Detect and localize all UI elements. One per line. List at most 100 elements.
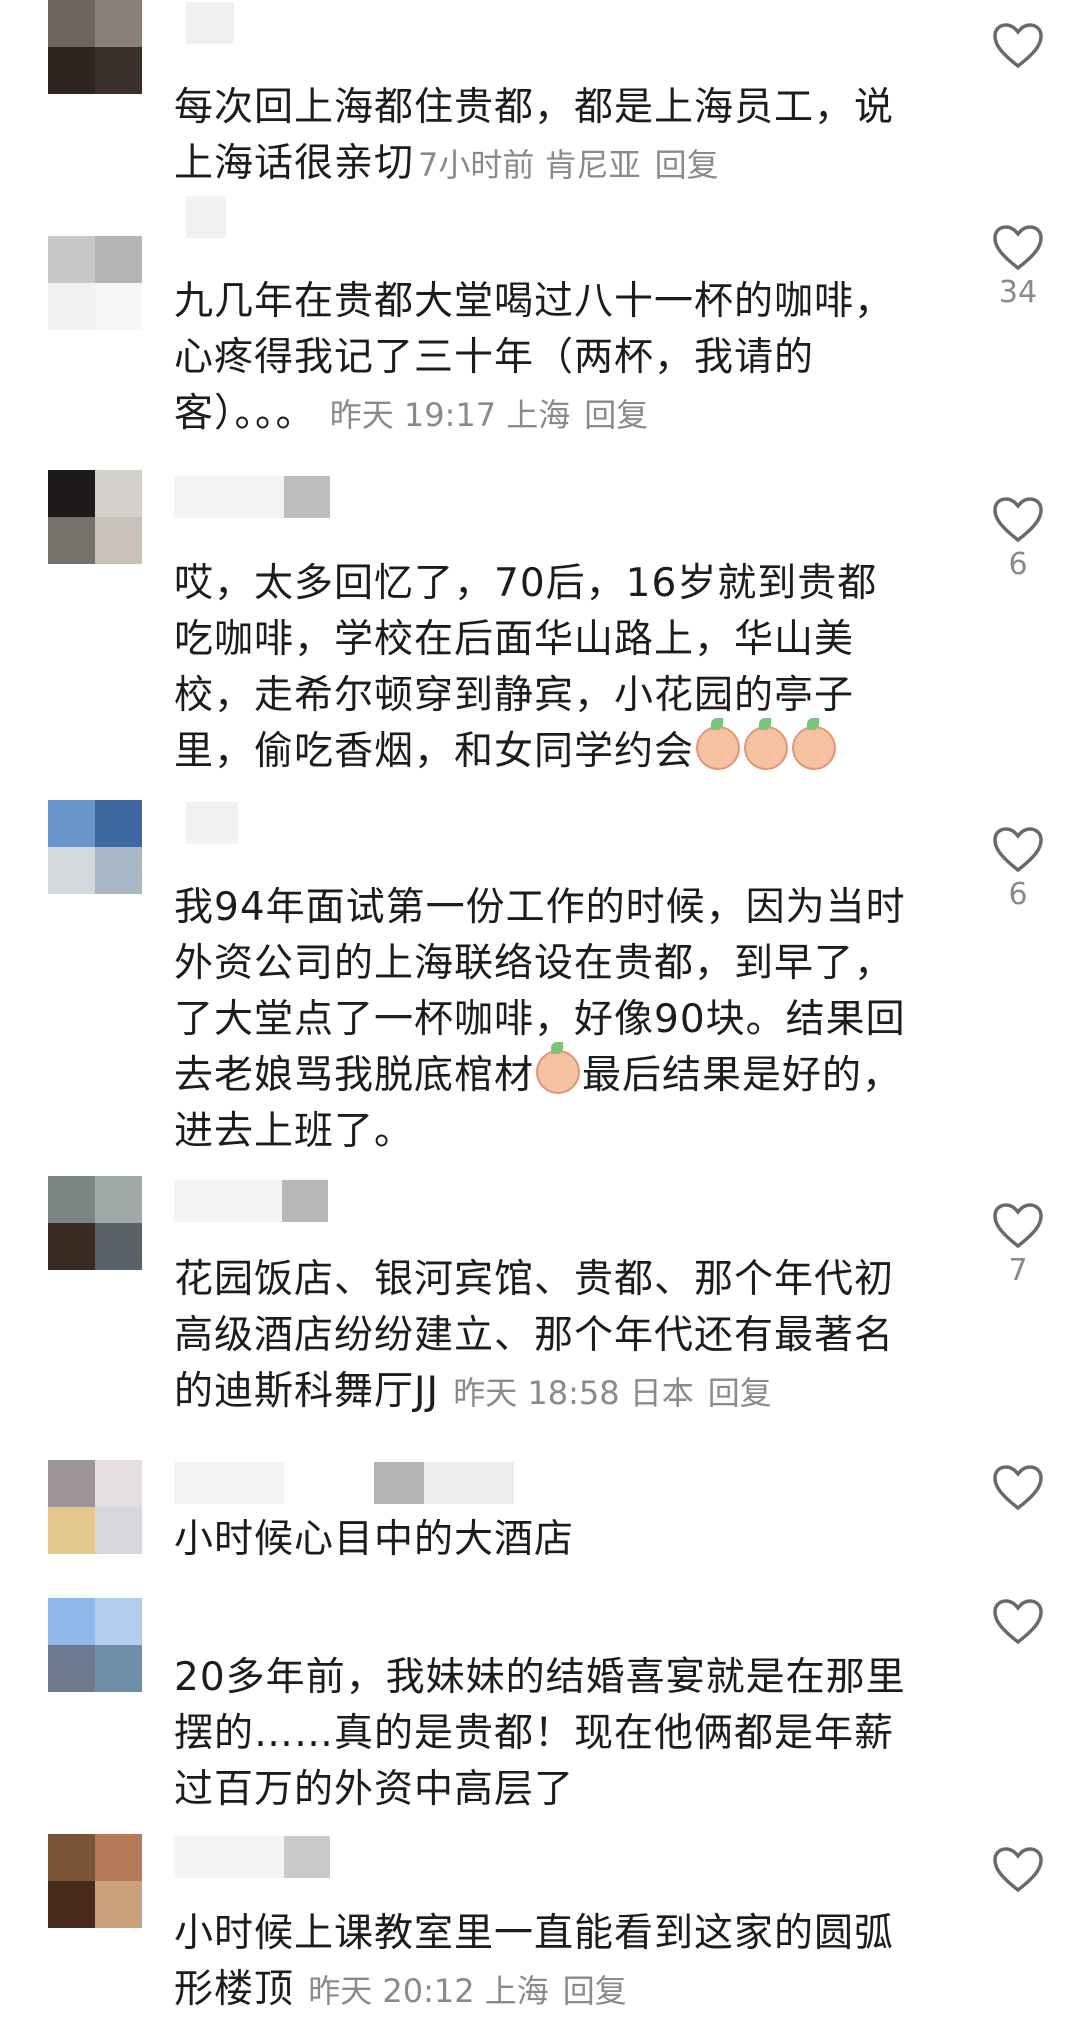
comment-body: 小时候心目中的大酒店 xyxy=(174,1517,575,1562)
avatar-pixel xyxy=(95,1598,142,1645)
avatar-pixel xyxy=(48,47,95,94)
avatar-pixel xyxy=(48,470,95,517)
comment-location: 日本 xyxy=(629,1374,694,1412)
username-blur-block xyxy=(186,2,234,44)
username-blur-block xyxy=(424,1462,514,1504)
avatar[interactable] xyxy=(48,1176,142,1270)
avatar-pixel xyxy=(48,1645,95,1692)
comment-meta: 7小时前 肯尼亚 回复 xyxy=(418,146,719,184)
heart-outline-icon xyxy=(993,1847,1043,1893)
avatar-pixel xyxy=(95,0,142,47)
comment-text: 每次回上海都住贵都，都是上海员工，说上海话很亲切 7小时前 肯尼亚 回复 xyxy=(174,80,914,193)
comment-body: 20多年前，我妹妹的结婚喜宴就是在那里摆的……真的是贵都！现在他俩都是年薪过百万… xyxy=(174,1655,906,1812)
avatar-pixel xyxy=(95,236,142,283)
crying-peach-emoji xyxy=(792,718,837,770)
comment-meta: 昨天 18:58 日本 回复 xyxy=(443,1374,772,1412)
avatar-pixel xyxy=(48,847,95,894)
avatar-pixel xyxy=(95,800,142,847)
like-count: 7 xyxy=(1008,1253,1028,1288)
avatar-pixel xyxy=(48,1223,95,1270)
avatar[interactable] xyxy=(48,1834,142,1928)
avatar-pixel xyxy=(48,517,95,564)
avatar-pixel xyxy=(48,1460,95,1507)
comment-text: 小时候心目中的大酒店 xyxy=(174,1512,914,1568)
reply-button[interactable]: 回复 xyxy=(708,1374,772,1412)
avatar-pixel xyxy=(95,1176,142,1223)
avatar-pixel xyxy=(95,283,142,330)
comment-location: 上海 xyxy=(506,396,571,434)
username-blur-block xyxy=(186,196,226,238)
avatar-pixel xyxy=(95,470,142,517)
username-blur-block xyxy=(186,802,238,844)
username-blur-block xyxy=(174,1462,284,1504)
username-blur-block xyxy=(174,476,284,518)
avatar-pixel xyxy=(95,1881,142,1928)
avatar-pixel xyxy=(95,1223,142,1270)
like-button[interactable]: 6 xyxy=(982,826,1054,912)
comment-list-page: { "colors": { "text": "#1c1c1c", "meta":… xyxy=(0,0,1080,2024)
avatar-pixel xyxy=(95,517,142,564)
avatar-pixel xyxy=(95,847,142,894)
avatar[interactable] xyxy=(48,470,142,564)
heart-outline-icon xyxy=(993,23,1043,69)
username-blur-block xyxy=(284,476,330,518)
reply-button[interactable]: 回复 xyxy=(584,396,648,434)
avatar-pixel xyxy=(48,1598,95,1645)
avatar-pixel xyxy=(95,1645,142,1692)
avatar-pixel xyxy=(95,47,142,94)
comment-time: 昨天 19:17 xyxy=(329,396,497,434)
like-button[interactable] xyxy=(982,1846,1054,1898)
avatar-pixel xyxy=(48,1834,95,1881)
like-button[interactable] xyxy=(982,22,1054,74)
comment-meta: 昨天 19:17 上海 回复 xyxy=(320,396,649,434)
heart-outline-icon xyxy=(993,827,1043,873)
avatar-pixel xyxy=(48,1881,95,1928)
avatar[interactable] xyxy=(48,236,142,330)
avatar-pixel xyxy=(48,0,95,47)
avatar[interactable] xyxy=(48,0,142,94)
comment-time: 昨天 20:12 xyxy=(308,1972,475,2010)
avatar[interactable] xyxy=(48,1598,142,1692)
comment-text: 花园饭店、银河宾馆、贵都、那个年代初高级酒店纷纷建立、那个年代还有最著名的迪斯科… xyxy=(174,1252,914,1421)
avatar-pixel xyxy=(95,1507,142,1554)
like-count: 34 xyxy=(998,275,1038,310)
comment-text: 九几年在贵都大堂喝过八十一杯的咖啡，心疼得我记了三十年（两杯，我请的客）。。。 … xyxy=(174,274,914,443)
avatar-pixel xyxy=(48,800,95,847)
avatar-pixel xyxy=(48,1176,95,1223)
heart-outline-icon xyxy=(993,1465,1043,1511)
comment-text: 20多年前，我妹妹的结婚喜宴就是在那里摆的……真的是贵都！现在他俩都是年薪过百万… xyxy=(174,1650,914,1818)
comment-time: 昨天 18:58 xyxy=(453,1374,620,1412)
like-button[interactable]: 7 xyxy=(982,1202,1054,1288)
crying-peach-emoji xyxy=(696,718,741,770)
like-button[interactable]: 6 xyxy=(982,496,1054,582)
heart-outline-icon xyxy=(993,1203,1043,1249)
username-blur-block xyxy=(174,1836,284,1878)
reply-button[interactable]: 回复 xyxy=(563,1972,627,2010)
like-count: 6 xyxy=(1008,547,1028,582)
avatar-pixel xyxy=(95,1460,142,1507)
like-button[interactable] xyxy=(982,1598,1054,1650)
like-button[interactable]: 34 xyxy=(982,224,1054,310)
crying-peach-emoji xyxy=(536,1042,581,1094)
comment-text: 小时候上课教室里一直能看到这家的圆弧形楼顶 昨天 20:12 上海 回复 xyxy=(174,1906,914,2019)
username-blur-block xyxy=(174,1180,282,1222)
like-button[interactable] xyxy=(982,1464,1054,1516)
heart-outline-icon xyxy=(993,497,1043,543)
comment-text: 哎，太多回忆了，70后，16岁就到贵都吃咖啡，学校在后面华山路上，华山美校，走希… xyxy=(174,556,914,780)
like-count: 6 xyxy=(1008,877,1028,912)
reply-button[interactable]: 回复 xyxy=(655,146,719,184)
avatar-pixel xyxy=(48,1507,95,1554)
username-blur-block xyxy=(374,1462,424,1504)
crying-peach-emoji xyxy=(744,718,789,770)
heart-outline-icon xyxy=(993,1599,1043,1645)
heart-outline-icon xyxy=(993,225,1043,271)
comment-time: 7小时前 xyxy=(418,146,535,184)
avatar[interactable] xyxy=(48,1460,142,1554)
username-blur-block xyxy=(282,1180,328,1222)
avatar-pixel xyxy=(48,283,95,330)
comment-location: 上海 xyxy=(484,1972,549,2010)
username-blur-block xyxy=(284,1836,330,1878)
avatar-pixel xyxy=(95,1834,142,1881)
comment-location: 肯尼亚 xyxy=(544,146,641,184)
avatar[interactable] xyxy=(48,800,142,894)
